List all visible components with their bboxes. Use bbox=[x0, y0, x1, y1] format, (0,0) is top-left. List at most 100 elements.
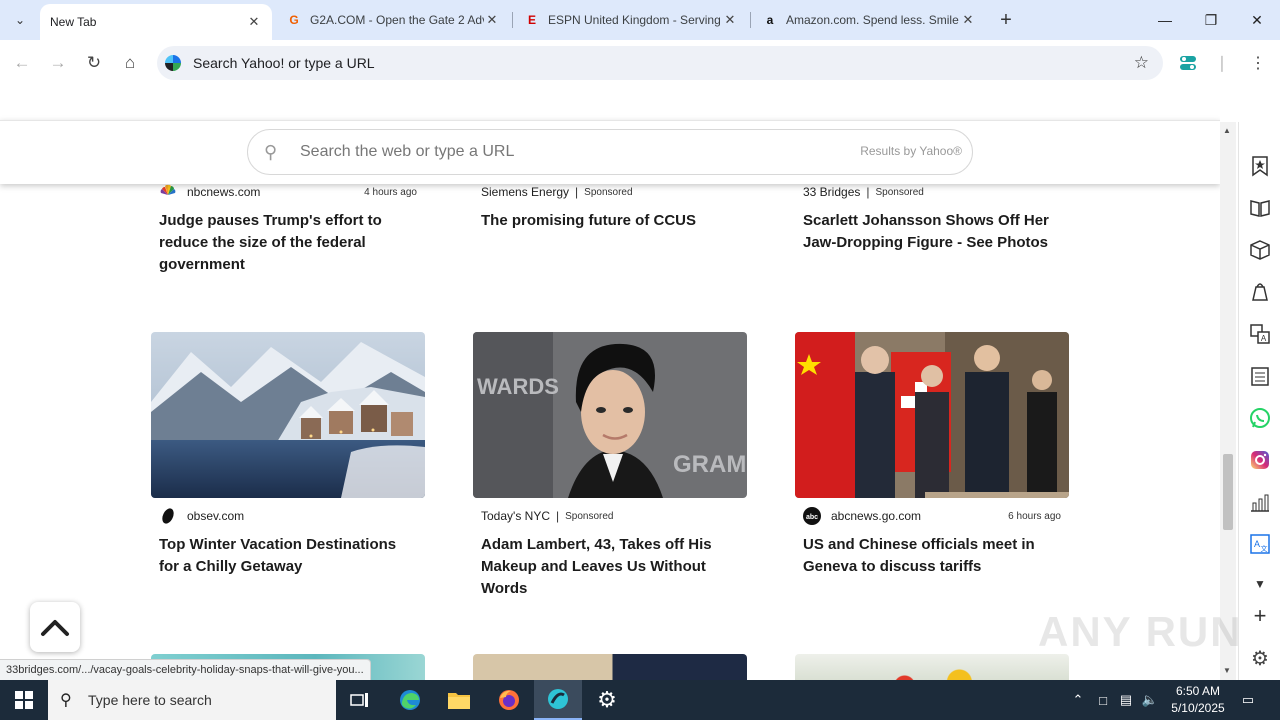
translate-icon[interactable]: A bbox=[1248, 322, 1272, 346]
scrollbar-thumb[interactable] bbox=[1223, 454, 1233, 530]
status-bar-url: 33bridges.com/.../vacay-goals-celebrity-… bbox=[0, 659, 371, 680]
close-icon[interactable]: ✕ bbox=[960, 12, 976, 28]
new-tab-plus-icon[interactable]: + bbox=[994, 8, 1018, 32]
instagram-icon[interactable] bbox=[1248, 448, 1272, 472]
close-icon[interactable]: ✕ bbox=[722, 12, 738, 28]
g2a-icon: G bbox=[289, 13, 299, 27]
extension-icon[interactable] bbox=[1173, 48, 1203, 78]
tab-new-tab[interactable]: New Tab ✕ bbox=[40, 4, 272, 40]
scroll-down-arrow-icon[interactable]: ▼ bbox=[1223, 666, 1231, 675]
text-translate-icon[interactable]: A文 bbox=[1248, 532, 1272, 556]
card-headline[interactable]: Adam Lambert, 43, Takes off His Makeup a… bbox=[473, 534, 747, 600]
home-icon[interactable]: ⌂ bbox=[115, 48, 145, 78]
yahoo-search-icon bbox=[165, 55, 181, 71]
card-headline[interactable]: Scarlett Johansson Shows Off Her Jaw-Dro… bbox=[795, 210, 1069, 254]
file-explorer-icon[interactable] bbox=[435, 680, 483, 720]
reload-icon[interactable]: ↻ bbox=[79, 48, 109, 78]
web-search-box[interactable]: ⚲ Results by Yahoo® bbox=[247, 129, 973, 175]
tab-strip: ⌄ New Tab ✕ G G2A.COM - Open the Gate 2 … bbox=[0, 0, 1280, 40]
card-headline[interactable]: US and Chinese officials meet in Geneva … bbox=[795, 534, 1069, 578]
windows-taskbar: ⚲ Type here to search ⚙ ⌃ □ ▤ 🔈 6:50 AM … bbox=[0, 680, 1280, 720]
tab-amazon[interactable]: a Amazon.com. Spend less. Smile more. ✕ bbox=[752, 0, 986, 40]
settings-gear-icon[interactable]: ⚙ bbox=[1248, 646, 1272, 670]
search-header: ⚲ Results by Yahoo® bbox=[0, 120, 1220, 184]
minimize-icon[interactable]: — bbox=[1142, 0, 1188, 40]
card-image-portrait[interactable]: WARDS GRAM bbox=[473, 332, 747, 498]
package-box-icon[interactable] bbox=[1248, 238, 1272, 262]
add-plus-icon[interactable]: + bbox=[1248, 603, 1272, 628]
tab-title: New Tab bbox=[50, 15, 97, 29]
tab-g2a[interactable]: G G2A.COM - Open the Gate 2 Adventure ✕ bbox=[276, 0, 510, 40]
clock-date: 5/10/2025 bbox=[1171, 701, 1225, 715]
firefox-icon[interactable] bbox=[485, 680, 533, 720]
windows-logo-icon bbox=[15, 691, 33, 709]
yahoo-browser-taskbar-icon[interactable] bbox=[534, 680, 582, 720]
notes-icon[interactable] bbox=[1248, 364, 1272, 388]
scroll-up-arrow-icon[interactable]: ▲ bbox=[1223, 126, 1231, 135]
start-button[interactable] bbox=[0, 680, 48, 720]
abc-logo-icon: abc bbox=[803, 507, 821, 525]
card-meta: Siemens Energy | Sponsored bbox=[473, 182, 747, 202]
bookmark-panel-icon[interactable] bbox=[1248, 154, 1272, 178]
watermark-text: ANY RUN bbox=[1038, 608, 1243, 655]
card-headline[interactable]: Top Winter Vacation Destinations for a C… bbox=[151, 534, 425, 578]
caret-down-icon[interactable]: ▼ bbox=[1248, 572, 1272, 596]
restore-icon[interactable]: ❐ bbox=[1188, 0, 1234, 40]
svg-text:A: A bbox=[1261, 334, 1267, 343]
reading-list-icon[interactable] bbox=[1248, 196, 1272, 220]
network-icon[interactable]: ▤ bbox=[1116, 680, 1136, 720]
news-card[interactable]: 33 Bridges | Sponsored Scarlett Johansso… bbox=[795, 182, 1069, 254]
card-headline[interactable]: Judge pauses Trump's effort to reduce th… bbox=[151, 210, 425, 276]
meta-divider: | bbox=[575, 185, 579, 199]
card-source: 33 Bridges bbox=[803, 185, 861, 199]
edge-browser-icon[interactable] bbox=[386, 680, 434, 720]
card-image[interactable] bbox=[795, 654, 1069, 680]
tab-search-chevron-icon[interactable]: ⌄ bbox=[6, 6, 34, 34]
volume-icon[interactable]: 🔈 bbox=[1140, 680, 1160, 720]
notification-icon[interactable]: ▭ bbox=[1236, 680, 1260, 720]
card-image[interactable] bbox=[473, 654, 747, 680]
address-bar[interactable]: Search Yahoo! or type a URL ☆ bbox=[157, 46, 1163, 80]
back-to-top-button[interactable] bbox=[30, 602, 80, 652]
obsev-logo-icon bbox=[162, 508, 174, 524]
sponsored-label: Sponsored bbox=[584, 186, 633, 198]
news-card[interactable]: WARDS GRAM Today's NYC | Sponsored Adam … bbox=[473, 332, 747, 600]
system-clock[interactable]: 6:50 AM 5/10/2025 bbox=[1160, 683, 1236, 717]
stats-chart-icon[interactable] bbox=[1248, 490, 1272, 514]
news-card[interactable] bbox=[473, 654, 747, 680]
card-image-officials[interactable] bbox=[795, 332, 1069, 498]
bookmark-star-icon[interactable]: ☆ bbox=[1134, 53, 1149, 73]
search-input[interactable] bbox=[298, 138, 818, 166]
card-meta: nbcnews.com 4 hours ago bbox=[151, 182, 425, 202]
page-scrollbar[interactable]: ▲ ▼ bbox=[1220, 122, 1236, 680]
window-close-icon[interactable]: ✕ bbox=[1234, 0, 1280, 40]
kebab-menu-icon[interactable]: ⋮ bbox=[1243, 48, 1273, 78]
news-card[interactable] bbox=[795, 654, 1069, 680]
close-icon[interactable]: ✕ bbox=[246, 14, 262, 30]
tab-divider bbox=[750, 12, 751, 28]
tray-chevron-up-icon[interactable]: ⌃ bbox=[1068, 680, 1088, 720]
browser-sidebar: A A文 ▼ + ⚙ bbox=[1238, 122, 1280, 680]
news-card[interactable]: obsev.com Top Winter Vacation Destinatio… bbox=[151, 332, 425, 578]
close-icon[interactable]: ✕ bbox=[484, 12, 500, 28]
taskbar-search-box[interactable]: ⚲ Type here to search bbox=[48, 680, 336, 720]
tray-device-icon[interactable]: □ bbox=[1094, 680, 1112, 720]
browser-toolbar: ← → ↻ ⌂ Search Yahoo! or type a URL ☆ ❘ … bbox=[0, 40, 1280, 86]
whatsapp-icon[interactable] bbox=[1248, 406, 1272, 430]
card-headline[interactable]: The promising future of CCUS bbox=[473, 210, 747, 232]
settings-gear-icon[interactable]: ⚙ bbox=[583, 680, 631, 720]
card-meta: abc abcnews.go.com 6 hours ago bbox=[795, 506, 1069, 526]
profile-icon[interactable]: ❘ bbox=[1207, 48, 1237, 78]
taskbar-search-placeholder: Type here to search bbox=[88, 692, 212, 708]
forward-arrow-icon[interactable]: → bbox=[43, 48, 73, 78]
task-view-icon[interactable] bbox=[336, 680, 384, 720]
news-card[interactable]: Siemens Energy | Sponsored The promising… bbox=[473, 182, 747, 232]
news-card[interactable]: abc abcnews.go.com 6 hours ago US and Ch… bbox=[795, 332, 1069, 578]
back-arrow-icon[interactable]: ← bbox=[7, 48, 37, 78]
svg-text:文: 文 bbox=[1261, 544, 1268, 553]
shopping-bag-icon[interactable] bbox=[1248, 280, 1272, 304]
news-card[interactable]: nbcnews.com 4 hours ago Judge pauses Tru… bbox=[151, 182, 425, 276]
meta-divider: | bbox=[555, 509, 560, 523]
card-image-winter-village[interactable] bbox=[151, 332, 425, 498]
tab-espn[interactable]: E ESPN United Kingdom - Serving Sports F… bbox=[514, 0, 748, 40]
